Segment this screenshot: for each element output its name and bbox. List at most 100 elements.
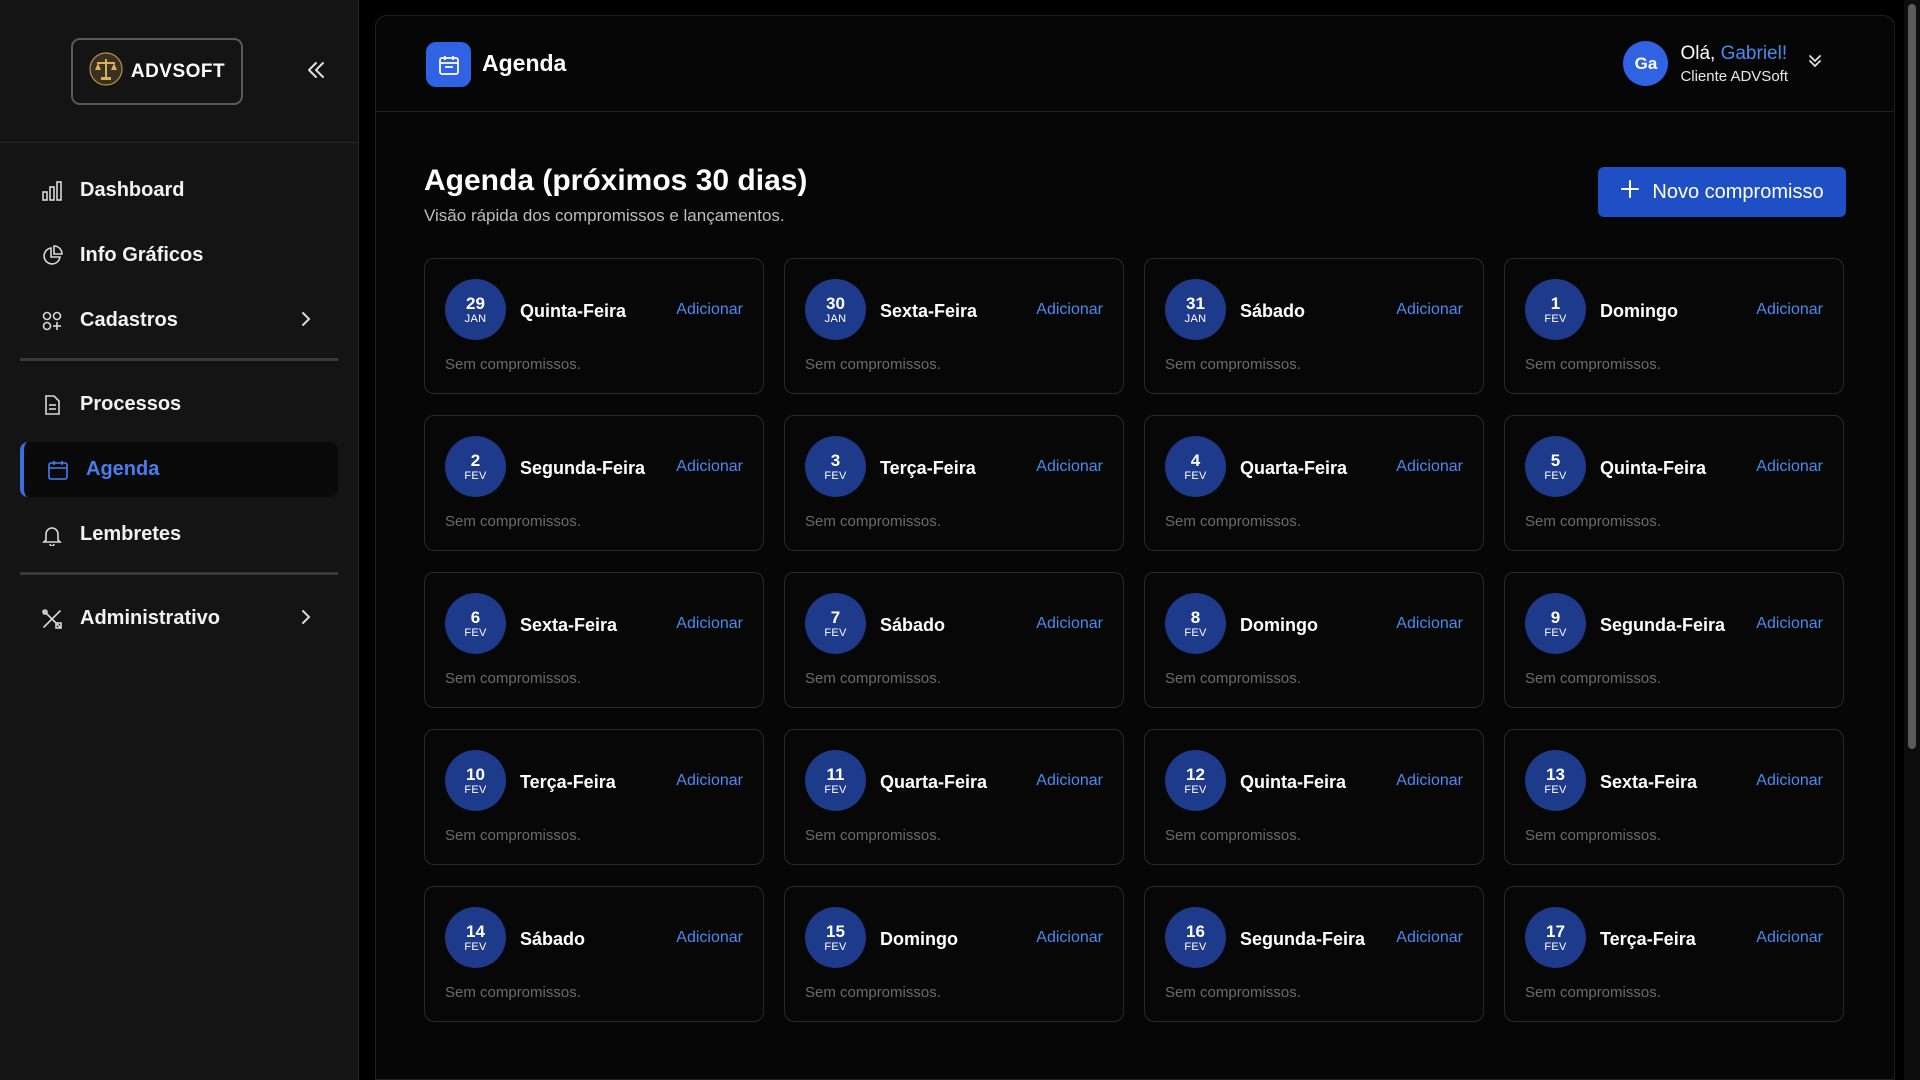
date-day: 12 <box>1186 764 1205 784</box>
date-month: FEV <box>1184 783 1207 796</box>
add-appointment-link[interactable]: Adicionar <box>676 301 743 319</box>
weekday-label: Quinta-Feira <box>1600 458 1707 478</box>
calendar-icon <box>46 458 70 482</box>
page-title: Agenda <box>482 50 567 76</box>
day-card: 2 FEV Segunda-Feira Adicionar Sem compromiss… <box>424 415 764 551</box>
sidebar-item-info-graficos[interactable]: Info Gráficos <box>20 228 338 283</box>
add-appointment-link[interactable]: Adicionar <box>1036 458 1103 476</box>
scales-icon <box>89 52 123 91</box>
add-appointment-link[interactable]: Adicionar <box>1756 301 1823 319</box>
day-card: 1 FEV Domingo Adicionar Sem compromissos. <box>1504 258 1844 394</box>
add-appointment-link[interactable]: Adicionar <box>676 929 743 947</box>
sidebar-item-lembretes[interactable]: Lembretes <box>20 507 338 562</box>
empty-state-text: Sem compromissos. <box>1165 356 1301 373</box>
add-appointment-link[interactable]: Adicionar <box>1396 929 1463 947</box>
day-card: 5 FEV Quinta-Feira Adicionar Sem compromisso… <box>1504 415 1844 551</box>
new-appointment-button[interactable]: Novo compromisso <box>1598 167 1846 217</box>
date-month: FEV <box>1544 312 1567 325</box>
date-month: FEV <box>1544 469 1567 482</box>
date-month: FEV <box>464 469 487 482</box>
scrollbar-thumb[interactable] <box>1908 4 1916 749</box>
date-month: FEV <box>824 783 847 796</box>
add-appointment-link[interactable]: Adicionar <box>1756 929 1823 947</box>
date-day: 16 <box>1186 921 1205 941</box>
date-day: 3 <box>830 450 841 470</box>
document-icon <box>40 393 64 417</box>
add-appointment-link[interactable]: Adicionar <box>676 458 743 476</box>
add-appointment-link[interactable]: Adicionar <box>1396 458 1463 476</box>
sidebar-item-label: Info Gráficos <box>80 244 204 266</box>
date-badge: 1 FEV <box>1525 279 1586 340</box>
day-card: 13 FEV Sexta-Feira Adicionar Sem compromisso… <box>1504 729 1844 865</box>
sidebar-item-cadastros[interactable]: Cadastros <box>20 293 338 348</box>
weekday-label: Quinta-Feira <box>520 301 627 321</box>
sidebar-item-label: Dashboard <box>80 179 185 201</box>
date-day: 17 <box>1546 921 1565 941</box>
weekday-label: Domingo <box>1600 301 1678 321</box>
day-card: 30 JAN Sexta-Feira Adicionar Sem compromisso… <box>784 258 1124 394</box>
date-day: 2 <box>470 450 481 470</box>
user-role: Cliente ADVSoft <box>1680 67 1788 85</box>
add-appointment-link[interactable]: Adicionar <box>1036 929 1103 947</box>
add-appointment-link[interactable]: Adicionar <box>1756 772 1823 790</box>
main-panel: Agenda Ga Olá, Gabriel! Cliente ADVSoft … <box>375 15 1895 1080</box>
date-day: 31 <box>1186 293 1205 313</box>
chevron-right-icon <box>296 309 316 334</box>
date-month: FEV <box>824 469 847 482</box>
add-appointment-link[interactable]: Adicionar <box>1036 615 1103 633</box>
sidebar-item-agenda[interactable]: Agenda <box>20 442 338 497</box>
date-month: FEV <box>1544 783 1567 796</box>
add-appointment-link[interactable]: Adicionar <box>1036 301 1103 319</box>
date-badge: 30 JAN <box>805 279 866 340</box>
add-appointment-link[interactable]: Adicionar <box>676 615 743 633</box>
date-badge: 11 FEV <box>805 750 866 811</box>
weekday-label: Sábado <box>1240 301 1306 321</box>
weekday-label: Quinta-Feira <box>1240 772 1347 792</box>
date-day: 14 <box>466 921 485 941</box>
day-card: 15 FEV Domingo Adicionar Sem compromissos. <box>784 886 1124 1022</box>
sidebar-item-processos[interactable]: Processos <box>20 377 338 432</box>
date-day: 29 <box>466 293 485 313</box>
double-chevron-left-icon <box>305 59 327 86</box>
avatar: Ga <box>1623 41 1669 86</box>
day-card: 11 FEV Quarta-Feira Adicionar Sem compromiss… <box>784 729 1124 865</box>
greeting-text: Olá, <box>1680 42 1716 64</box>
empty-state-text: Sem compromissos. <box>1525 827 1661 844</box>
date-badge: 12 FEV <box>1165 750 1226 811</box>
add-appointment-link[interactable]: Adicionar <box>1396 301 1463 319</box>
new-appointment-label: Novo compromisso <box>1652 180 1824 203</box>
add-appointment-link[interactable]: Adicionar <box>1036 772 1103 790</box>
date-month: FEV <box>1184 469 1207 482</box>
sidebar-item-dashboard[interactable]: Dashboard <box>20 163 338 218</box>
scrollbar[interactable] <box>1904 0 1920 1080</box>
date-month: FEV <box>1184 626 1207 639</box>
add-appointment-link[interactable]: Adicionar <box>1756 458 1823 476</box>
date-month: FEV <box>824 626 847 639</box>
logo[interactable]: ADVSOFT <box>71 38 243 105</box>
sidebar-item-label: Lembretes <box>80 523 182 545</box>
date-badge: 15 FEV <box>805 907 866 968</box>
add-appointment-link[interactable]: Adicionar <box>1396 772 1463 790</box>
collapse-sidebar-button[interactable] <box>300 56 332 88</box>
empty-state-text: Sem compromissos. <box>1525 356 1661 373</box>
day-card: 6 FEV Sexta-Feira Adicionar Sem compromissos… <box>424 572 764 708</box>
date-day: 5 <box>1550 450 1561 470</box>
add-appointment-link[interactable]: Adicionar <box>1756 615 1823 633</box>
sidebar-item-administrativo[interactable]: Administrativo <box>20 591 338 646</box>
add-appointment-link[interactable]: Adicionar <box>1396 615 1463 633</box>
date-badge: 2 FEV <box>445 436 506 497</box>
user-menu[interactable]: Ga Olá, Gabriel! Cliente ADVSoft <box>1623 41 1824 86</box>
date-month: FEV <box>464 626 487 639</box>
add-appointment-link[interactable]: Adicionar <box>676 772 743 790</box>
weekday-label: Segunda-Feira <box>1600 615 1726 635</box>
empty-state-text: Sem compromissos. <box>805 513 941 530</box>
topbar: Agenda Ga Olá, Gabriel! Cliente ADVSoft <box>376 16 1894 112</box>
date-day: 7 <box>830 607 841 627</box>
date-badge: 7 FEV <box>805 593 866 654</box>
empty-state-text: Sem compromissos. <box>445 984 581 1001</box>
day-card: 4 FEV Quarta-Feira Adicionar Sem compromisso… <box>1144 415 1484 551</box>
empty-state-text: Sem compromissos. <box>445 513 581 530</box>
date-day: 9 <box>1550 607 1561 627</box>
empty-state-text: Sem compromissos. <box>1525 984 1661 1001</box>
date-month: FEV <box>1544 940 1567 953</box>
